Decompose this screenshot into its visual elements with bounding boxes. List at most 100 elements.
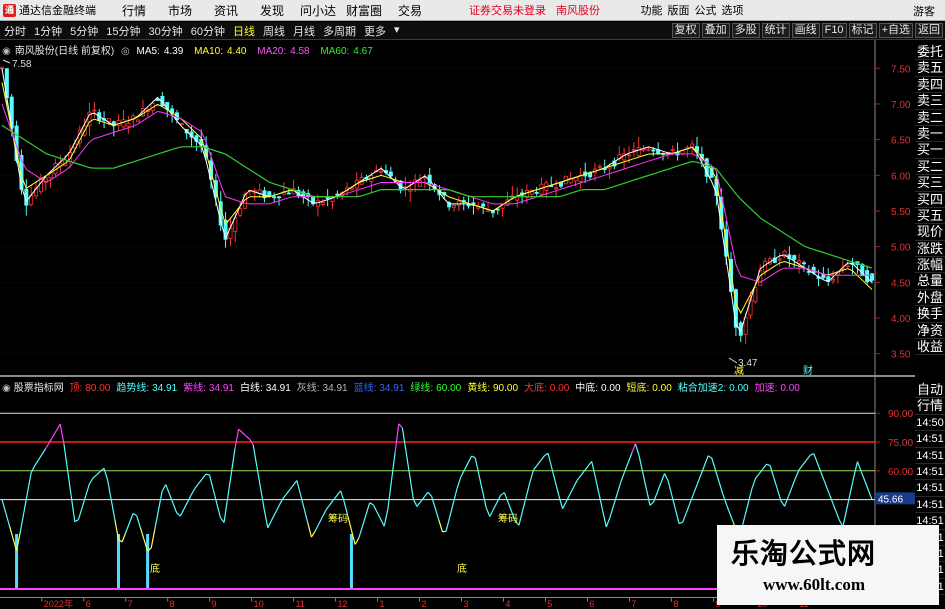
candle-body: [636, 147, 641, 156]
candle-body: [325, 197, 330, 199]
candle-body: [179, 123, 184, 125]
quote-tab[interactable]: 卖四: [915, 76, 945, 94]
login-warning[interactable]: 证券交易未登录: [469, 2, 546, 18]
quote-tab[interactable]: 买三: [915, 175, 945, 192]
date-tick-label: 2: [421, 599, 426, 609]
tab-period[interactable]: 1分钟: [30, 23, 66, 39]
menu-layout[interactable]: 版面: [665, 2, 692, 18]
quote-tab[interactable]: 换手: [915, 306, 945, 323]
quote-tab[interactable]: 卖五: [915, 60, 945, 77]
menu-options[interactable]: 选项: [719, 2, 746, 18]
price-tick-label: 5.00: [891, 243, 911, 254]
candle-body: [417, 180, 422, 187]
menu-formula[interactable]: 公式: [692, 2, 719, 18]
quote-tab[interactable]: 卖三: [915, 93, 945, 110]
candle-body: [845, 264, 850, 267]
price-tick-label: 4.00: [891, 314, 911, 325]
quote-tab[interactable]: 卖二: [915, 109, 945, 126]
current-value-label: 45.66: [878, 494, 903, 505]
kline-chart[interactable]: 7.50 7.00 6.50 6.00 5.50 5.00 4.50 4.00 3.50 7.5…: [0, 40, 945, 376]
tab-period[interactable]: 周线: [259, 23, 289, 39]
tab-period[interactable]: 30分钟: [145, 23, 187, 39]
bottom-signal-bar: [349, 534, 353, 589]
overlay-button[interactable]: 叠加: [701, 23, 730, 38]
menu-item-quotes[interactable]: 行情: [111, 2, 157, 19]
watermark-url: www.60lt.com: [763, 575, 865, 594]
quote-tab[interactable]: 卖一: [915, 125, 945, 143]
multi-stock-button[interactable]: 多股: [731, 23, 760, 38]
reduction-marker[interactable]: 减: [734, 365, 744, 376]
date-tick-label: 5: [547, 599, 552, 609]
tab-period[interactable]: 分时: [0, 23, 30, 39]
quote-tab[interactable]: 买一: [915, 142, 945, 159]
candle-body: [831, 279, 836, 282]
draw-line-button[interactable]: 画线: [791, 23, 820, 38]
signal-label: 底: [150, 562, 160, 575]
menu-item-news[interactable]: 资讯: [203, 2, 249, 19]
indicator-param: 白线: 34.91: [239, 383, 291, 394]
price-tick-label: 7.00: [891, 100, 911, 111]
period-tabs: 分时 1分钟 5分钟 15分钟 30分钟 60分钟 日线 周线 月线 多周期 更…: [0, 23, 404, 39]
app-logo-icon: 通: [3, 3, 16, 17]
gear-icon[interactable]: ◎: [121, 46, 130, 57]
indicator-param: 大底: 0.00: [524, 383, 570, 394]
menu-item-ask[interactable]: 问小达: [295, 2, 341, 19]
indicator-param: 灰线: 34.91: [296, 383, 348, 394]
candle-body: [126, 123, 131, 127]
settings-icon[interactable]: ◉: [2, 383, 11, 394]
menu-item-market[interactable]: 市场: [157, 2, 203, 19]
quote-tab[interactable]: 现价: [915, 224, 945, 241]
menu-item-trade[interactable]: 交易: [387, 2, 433, 19]
indicator-param: 加速: 0.00: [754, 383, 800, 394]
quote-tab[interactable]: 买二: [915, 158, 945, 176]
quote-tab[interactable]: 买五: [915, 207, 945, 225]
candle-body: [456, 200, 461, 206]
menu-item-wealth[interactable]: 财富圈: [341, 2, 387, 19]
date-tick-label: 3: [463, 599, 468, 609]
quote-tab[interactable]: 委托: [915, 44, 945, 61]
signal-label: 筹码: [498, 512, 518, 525]
f10-button[interactable]: F10: [821, 23, 847, 38]
tab-period[interactable]: 5分钟: [66, 23, 102, 39]
candle-body: [777, 258, 782, 261]
settings-icon[interactable]: ◉: [2, 46, 11, 57]
indicator-tick-label: 75.00: [888, 438, 913, 449]
tab-period[interactable]: 多周期: [319, 23, 360, 39]
indicator-param: 顶: 80.00: [69, 383, 111, 394]
indicator-param: 黄线: 90.00: [467, 383, 519, 394]
quote-tab[interactable]: 净资: [915, 322, 945, 340]
indicator-param: 趋势线: 34.91: [116, 383, 178, 394]
quote-tab[interactable]: 外盘: [915, 289, 945, 307]
date-tick-label: 6: [86, 599, 91, 609]
date-tick-label: 10: [253, 599, 263, 609]
date-tick-label: 12: [337, 599, 347, 609]
date-tick-label: 6: [589, 599, 594, 609]
price-tick-label: 4.50: [891, 278, 911, 289]
indicator-segment: [205, 473, 210, 476]
quote-tab[interactable]: 总量: [915, 273, 945, 290]
indicator-param: 蓝线: 34.91: [353, 383, 405, 394]
mark-button[interactable]: 标记: [848, 23, 877, 38]
bottom-signal-bar: [15, 534, 19, 589]
tab-period[interactable]: 月线: [289, 23, 319, 39]
quote-tab[interactable]: 收益: [915, 339, 945, 356]
quote-tab[interactable]: 买四: [915, 191, 945, 208]
menu-function[interactable]: 功能: [638, 2, 665, 18]
add-watchlist-button[interactable]: +自选: [878, 23, 913, 38]
indicator-info-line: ◉ 股票指标网 顶: 80.00 趋势线: 34.91 紫线: 34.91 白线: 34.91 灰…: [2, 379, 806, 394]
tab-period[interactable]: 15分钟: [102, 23, 144, 39]
ma10-label: MA10: 4.40: [194, 46, 247, 57]
back-button[interactable]: 返回: [915, 23, 943, 38]
chevron-down-icon[interactable]: ▾: [390, 23, 404, 39]
stats-button[interactable]: 统计: [761, 23, 790, 38]
tab-period[interactable]: 60分钟: [187, 23, 229, 39]
tab-period-more[interactable]: 更多: [360, 23, 390, 39]
adjust-button[interactable]: 复权: [671, 23, 700, 38]
tab-period-active[interactable]: 日线: [229, 23, 259, 39]
quote-tab[interactable]: 涨跌: [915, 240, 945, 258]
finance-marker[interactable]: 财: [803, 364, 813, 376]
menu-item-discover[interactable]: 发现: [249, 2, 295, 19]
guest-user[interactable]: 游客: [913, 3, 935, 19]
quote-tab[interactable]: 涨幅: [915, 257, 945, 274]
candle-body: [651, 149, 656, 152]
